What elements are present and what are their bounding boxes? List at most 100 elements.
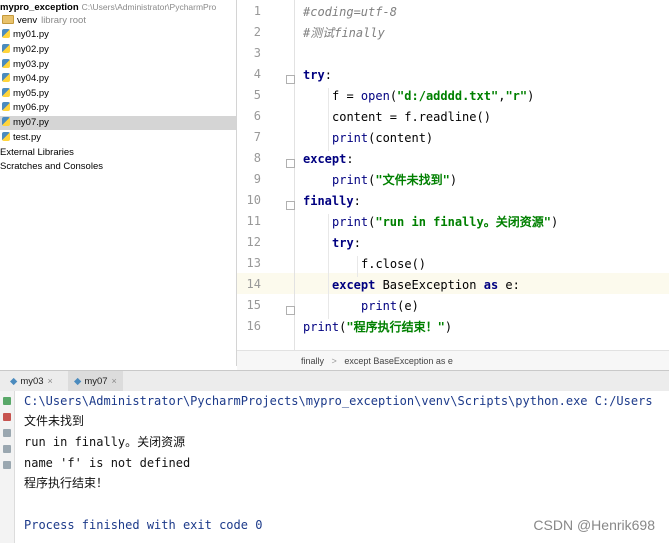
folder-icon <box>2 15 14 24</box>
code-line-13: f.close() <box>361 254 426 275</box>
file-label: my02.py <box>13 44 49 55</box>
rerun-icon[interactable] <box>3 397 11 405</box>
run-tab-my07[interactable]: ◆ my07 × <box>68 371 123 391</box>
code-line-2: #测试finally <box>303 23 385 44</box>
project-tree: mypro_exception C:\Users\Administrator\Py… <box>0 0 237 366</box>
tree-item-file[interactable]: test.py <box>2 131 41 145</box>
close-icon[interactable]: × <box>48 376 53 386</box>
line-number: 9 <box>253 172 261 186</box>
stop-icon[interactable] <box>3 413 11 421</box>
scroll-up-icon[interactable] <box>3 429 11 437</box>
venv-label: venv <box>17 15 38 26</box>
file-label: my07.py <box>13 117 49 128</box>
string: "r" <box>505 89 528 103</box>
console-command-line: C:\Users\Administrator\PycharmProjects\m… <box>24 394 653 408</box>
tree-item-scratches[interactable]: Scratches and Consoles <box>0 160 103 174</box>
code-editor[interactable]: #coding=utf-8 #测试finally try: f = open("… <box>295 0 669 350</box>
run-tab-my03[interactable]: ◆ my03 × <box>4 371 59 391</box>
line-number: 2 <box>253 25 261 39</box>
console-exit-line: Process finished with exit code 0 <box>24 518 263 532</box>
builtin: print <box>332 131 369 145</box>
code-line-11: print("run in finally。关闭资源") <box>332 215 559 229</box>
code-line-14: except BaseException as e: <box>332 275 520 296</box>
line-number-gutter[interactable]: 1 2 3 4 5 6 7 8 9 10 11 12 13 14 15 16 <box>237 0 295 350</box>
tree-item-venv[interactable]: venv library root <box>2 14 86 28</box>
tree-item-external-libraries[interactable]: External Libraries <box>0 146 74 160</box>
indent-guide <box>357 256 358 277</box>
line-number: 16 <box>246 319 261 333</box>
tree-item-file[interactable]: my04.py <box>2 72 49 86</box>
fold-marker-icon[interactable] <box>286 201 295 210</box>
breadcrumb-item-except[interactable]: except BaseException as e <box>344 356 453 366</box>
string: "d:/adddd.txt" <box>397 89 499 103</box>
python-file-icon <box>2 59 10 68</box>
file-label: my01.py <box>13 29 49 40</box>
python-file-icon <box>2 73 10 82</box>
soft-wrap-icon[interactable] <box>3 461 11 469</box>
code-line-16: print("程序执行结束！") <box>303 320 453 334</box>
line-number: 10 <box>246 193 261 207</box>
tree-item-file[interactable]: my05.py <box>2 87 49 101</box>
indent-guide <box>328 214 329 319</box>
fold-marker-icon[interactable] <box>286 159 295 168</box>
python-file-icon <box>2 29 10 38</box>
comment: #测试finally <box>303 26 385 40</box>
keyword: as <box>483 278 499 292</box>
builtin: print <box>332 215 369 229</box>
code-text: (e) <box>397 299 419 313</box>
breadcrumb-item-finally[interactable]: finally <box>301 356 324 366</box>
line-number: 7 <box>253 130 261 144</box>
python-file-icon <box>2 102 10 111</box>
code-line-1: #coding=utf-8 <box>303 2 397 23</box>
builtin: open <box>360 89 390 103</box>
code-line-15: print(e) <box>361 296 419 317</box>
builtin: print <box>361 299 398 313</box>
console-output-line: run in finally。关闭资源 <box>24 435 186 449</box>
line-number: 1 <box>253 4 261 18</box>
builtin: print <box>303 320 340 334</box>
tree-item-file-selected[interactable]: my07.py <box>0 116 236 130</box>
keyword: try <box>303 68 325 82</box>
python-file-icon <box>2 44 10 53</box>
tree-item-file[interactable]: my02.py <box>2 43 49 57</box>
file-label: my03.py <box>13 59 49 70</box>
line-number: 12 <box>246 235 261 249</box>
keyword: finally <box>303 194 354 208</box>
code-line-12: try: <box>332 236 361 250</box>
run-toolbar <box>0 391 15 543</box>
comment: #coding=utf-8 <box>303 5 397 19</box>
string: "程序执行结束！" <box>346 320 445 334</box>
tree-item-file[interactable]: my03.py <box>2 58 49 72</box>
scroll-down-icon[interactable] <box>3 445 11 453</box>
fold-marker-icon[interactable] <box>286 75 295 84</box>
line-number: 15 <box>246 298 261 312</box>
console-output-line: 文件未找到 <box>24 414 85 428</box>
tree-item-file[interactable]: my01.py <box>2 28 49 42</box>
tree-item-file[interactable]: my06.py <box>2 101 49 115</box>
code-line-5: f = open("d:/adddd.txt","r") <box>332 89 535 103</box>
line-number: 11 <box>246 214 261 228</box>
builtin: print <box>332 173 369 187</box>
run-tab-label: my03 <box>20 376 44 387</box>
code-text: f.close() <box>361 257 427 271</box>
code-line-8: except: <box>303 152 354 166</box>
breadcrumb: finally > except BaseException as e <box>237 350 669 371</box>
python-file-icon <box>2 88 10 97</box>
external-libraries-label: External Libraries <box>0 147 74 158</box>
code-text: e: <box>498 278 520 292</box>
close-icon[interactable]: × <box>112 376 117 386</box>
run-tab-bar: ◆ my03 × ◆ my07 × <box>0 370 669 392</box>
project-root-path: C:\Users\Administrator\PycharmPro <box>81 2 217 12</box>
file-label: test.py <box>13 132 41 143</box>
python-file-icon <box>2 117 10 126</box>
code-line-9: print("文件未找到") <box>332 173 458 187</box>
tree-root[interactable]: mypro_exception C:\Users\Administrator\Py… <box>0 0 216 14</box>
breadcrumb-separator: > <box>331 356 337 366</box>
code-line-7: print(content) <box>332 128 433 149</box>
code-text: BaseException <box>375 278 484 292</box>
code-line-6: content = f.readline() <box>332 107 491 128</box>
fold-marker-icon[interactable] <box>286 306 295 315</box>
watermark: CSDN @Henrik698 <box>533 517 655 533</box>
line-number: 8 <box>253 151 261 165</box>
line-number: 3 <box>253 46 261 60</box>
